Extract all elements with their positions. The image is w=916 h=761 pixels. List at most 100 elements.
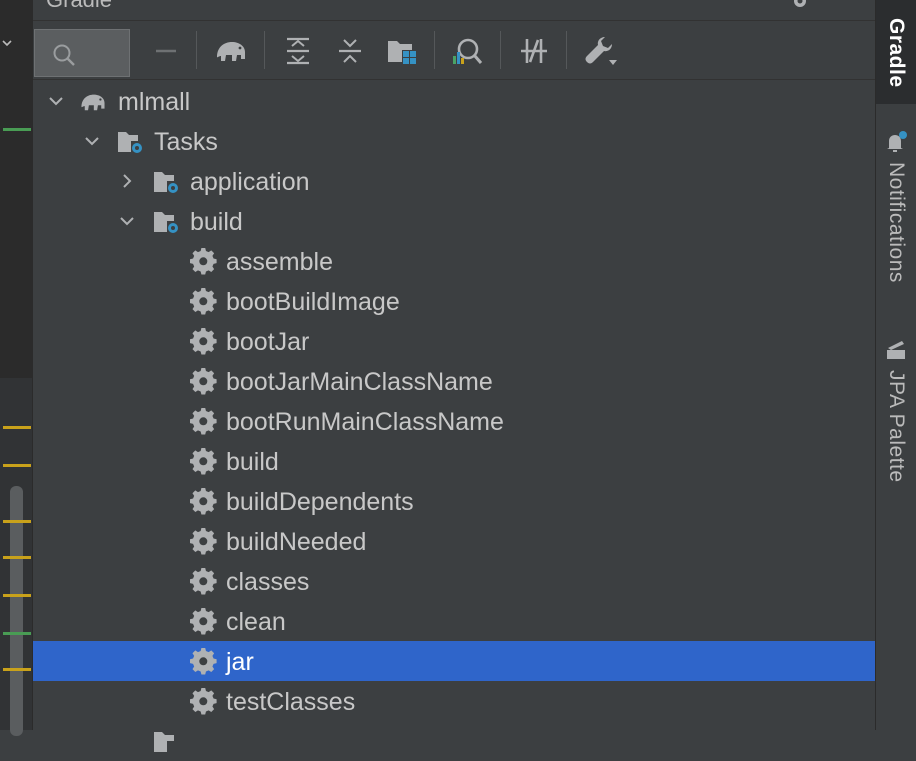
tree-node-label: jar <box>226 648 254 676</box>
search-icon <box>53 44 75 66</box>
change-marker <box>3 556 31 559</box>
editor-area <box>0 0 32 378</box>
change-marker <box>3 128 31 131</box>
change-marker <box>3 464 31 467</box>
palette-icon <box>887 341 905 359</box>
tree-node-task[interactable]: assemble <box>33 241 875 281</box>
tree-node-task[interactable]: bootJarMainClassName <box>33 361 875 401</box>
gear-icon <box>190 408 217 435</box>
tree-node-label: application <box>190 168 310 196</box>
chevron-down-icon[interactable] <box>119 213 135 229</box>
expand-all-button[interactable] <box>278 29 318 73</box>
tree-node-label: Tasks <box>154 128 218 156</box>
tree-node-label: testClasses <box>226 688 356 716</box>
gear-icon <box>190 608 217 635</box>
tree-node-task[interactable]: buildDependents <box>33 481 875 521</box>
tree-node-label: clean <box>226 608 286 636</box>
gradle-tree: mlmall Tasks application build assemble b… <box>33 80 875 752</box>
change-marker <box>3 426 31 429</box>
elephant-icon <box>217 42 245 61</box>
collapse-all-button[interactable] <box>330 29 370 73</box>
right-tool-strip: Gradle Notifications JPA Palette <box>875 0 916 730</box>
tool-window-header: Gradle <box>33 0 875 21</box>
gear-icon <box>190 648 217 675</box>
tree-node-task[interactable]: bootBuildImage <box>33 281 875 321</box>
tree-node-project[interactable]: mlmall <box>33 81 875 121</box>
change-marker <box>3 668 31 671</box>
tree-node-label: build <box>226 448 279 476</box>
tree-node-task[interactable]: bootRunMainClassName <box>33 401 875 441</box>
scrollbar-thumb[interactable] <box>10 486 23 736</box>
gear-icon <box>190 688 217 715</box>
panel-title: Gradle <box>46 0 112 13</box>
tree-node-task[interactable]: testClasses <box>33 681 875 721</box>
tree-node-task[interactable]: bootJar <box>33 321 875 361</box>
gear-icon <box>190 528 217 555</box>
toolbar-separator <box>196 31 197 69</box>
tab-label: Notifications <box>885 162 908 283</box>
expand-all-icon <box>287 37 309 65</box>
tree-node-task[interactable]: clean <box>33 601 875 641</box>
tab-notifications[interactable]: Notifications <box>876 124 916 304</box>
tab-label: JPA Palette <box>885 370 908 483</box>
bell-icon <box>887 131 907 152</box>
tree-node-label: assemble <box>226 248 333 276</box>
gear-icon <box>190 488 217 515</box>
gear-icon <box>190 368 217 395</box>
tree-node-partial <box>33 721 875 761</box>
tree-node-label: mlmall <box>118 88 191 116</box>
folder-grid-icon <box>388 41 416 64</box>
tree-node-tasks[interactable]: Tasks <box>33 121 875 161</box>
analyze-icon <box>453 38 483 64</box>
tree-node-group-application[interactable]: application <box>33 161 875 201</box>
analyze-button[interactable] <box>447 29 487 73</box>
gradle-settings-button[interactable] <box>581 29 621 73</box>
tree-node-task[interactable]: build <box>33 441 875 481</box>
gear-icon <box>190 288 217 315</box>
toolbar-separator <box>566 31 567 69</box>
tree-node-label: build <box>190 208 243 236</box>
change-marker <box>3 520 31 523</box>
tree-node-task[interactable]: buildNeeded <box>33 521 875 561</box>
elephant-icon <box>81 94 105 111</box>
tree-node-label: buildDependents <box>226 488 414 516</box>
tab-label: Gradle <box>885 18 908 88</box>
tree-node-task[interactable]: classes <box>33 561 875 601</box>
change-marker <box>3 594 31 597</box>
tree-node-label: bootBuildImage <box>226 288 400 316</box>
gradle-button[interactable] <box>211 29 251 73</box>
chevron-down-icon[interactable] <box>84 133 100 149</box>
chevron-down-icon[interactable] <box>48 93 64 109</box>
search-input[interactable] <box>34 29 130 77</box>
tab-gradle[interactable]: Gradle <box>876 0 916 104</box>
gear-icon <box>190 448 217 475</box>
offline-icon <box>521 39 547 63</box>
toolbar-separator <box>434 31 435 69</box>
tree-node-label: bootJar <box>226 328 310 356</box>
gear-icon[interactable] <box>791 0 809 10</box>
tab-jpa-palette[interactable]: JPA Palette <box>876 332 916 492</box>
gear-icon <box>190 328 217 355</box>
task-folder-icon <box>154 732 174 752</box>
gradle-toolbar <box>33 21 875 80</box>
chevron-down-icon[interactable] <box>2 38 12 48</box>
editor-gutter <box>0 0 33 736</box>
task-folder-icon <box>154 172 178 193</box>
remove-button[interactable] <box>146 29 186 73</box>
toolbar-separator <box>500 31 501 69</box>
task-folder-icon <box>118 132 142 153</box>
gear-icon <box>190 248 217 275</box>
task-folder-icon <box>154 212 178 233</box>
minus-icon <box>156 49 176 53</box>
wrench-icon <box>585 37 617 65</box>
tree-node-group-build[interactable]: build <box>33 201 875 241</box>
toggle-offline-button[interactable] <box>514 29 554 73</box>
tree-node-label: buildNeeded <box>226 528 367 556</box>
tree-node-task[interactable]: jar <box>33 641 875 681</box>
change-marker <box>3 632 31 635</box>
tree-node-label: bootJarMainClassName <box>226 368 493 396</box>
tree-node-label: classes <box>226 568 310 596</box>
tree-node-label: bootRunMainClassName <box>226 408 504 436</box>
dependencies-button[interactable] <box>382 29 422 73</box>
chevron-right-icon[interactable] <box>119 173 135 189</box>
